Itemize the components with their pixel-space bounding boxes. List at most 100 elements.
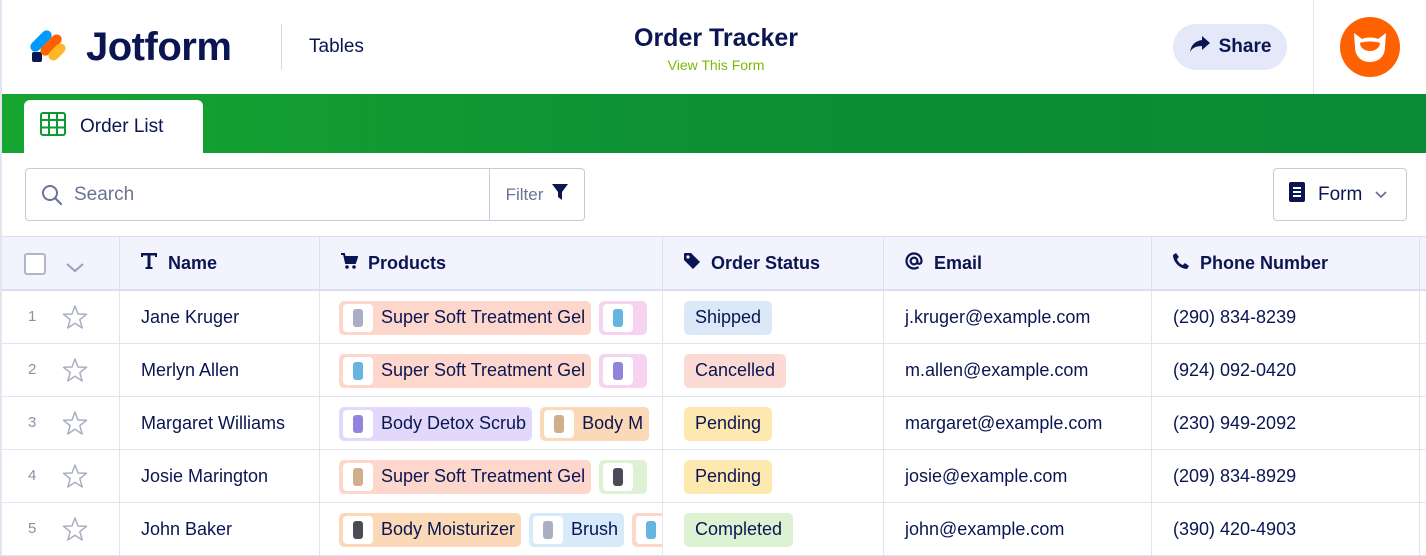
column-header-order-status[interactable]: Order Status bbox=[663, 237, 884, 290]
row-index-cell: 5 bbox=[2, 503, 120, 556]
table-row[interactable]: 2 Merlyn Allen Super Soft Treatment Gel Can… bbox=[2, 344, 1426, 397]
status-badge: Shipped bbox=[684, 300, 773, 335]
funnel-icon bbox=[551, 183, 569, 206]
row-number: 1 bbox=[28, 308, 37, 325]
product-chip[interactable] bbox=[599, 300, 648, 335]
order-status-cell[interactable]: Cancelled bbox=[663, 344, 884, 397]
chevron-down-icon[interactable] bbox=[65, 258, 85, 279]
row-index-cell: 4 bbox=[2, 450, 120, 503]
text-type-icon bbox=[140, 252, 158, 275]
page-title: Order Tracker bbox=[634, 24, 798, 52]
name-cell[interactable]: John Baker bbox=[120, 503, 320, 556]
row-number: 3 bbox=[28, 414, 37, 431]
form-view-button[interactable]: Form bbox=[1273, 168, 1407, 221]
row-number: 5 bbox=[28, 520, 37, 537]
search-input[interactable] bbox=[74, 177, 504, 213]
product-chip[interactable]: Super Soft Treatment Gel bbox=[339, 300, 592, 335]
product-thumbnail-icon bbox=[636, 515, 662, 544]
email-cell[interactable]: j.kruger@example.com bbox=[884, 291, 1152, 344]
star-icon[interactable] bbox=[62, 357, 88, 388]
table-row[interactable]: 1 Jane Kruger Super Soft Treatment Gel Ship… bbox=[2, 291, 1426, 344]
column-header-email[interactable]: Email bbox=[884, 237, 1152, 290]
logo-wordmark: Jotform bbox=[86, 24, 232, 69]
product-thumbnail-icon bbox=[603, 303, 634, 332]
name-cell[interactable]: Margaret Williams bbox=[120, 397, 320, 450]
star-icon[interactable] bbox=[62, 304, 88, 335]
product-chip[interactable] bbox=[599, 459, 648, 494]
product-thumbnail-icon bbox=[343, 356, 373, 385]
product-chip[interactable]: Super Soft Treatment Gel bbox=[339, 353, 592, 388]
column-header-products[interactable]: Products bbox=[320, 237, 663, 290]
column-header-phone[interactable]: Phone Number bbox=[1152, 237, 1420, 290]
phone-cell[interactable]: (390) 420-4903 bbox=[1152, 503, 1420, 556]
table-row[interactable]: 5 John Baker Body Moisturizer Brush Complete… bbox=[2, 503, 1426, 556]
product-thumbnail-icon bbox=[343, 409, 373, 438]
products-cell[interactable]: Super Soft Treatment Gel bbox=[320, 450, 663, 503]
products-cell[interactable]: Body Detox Scrub Body M bbox=[320, 397, 663, 450]
column-label: Phone Number bbox=[1200, 253, 1329, 273]
phone-cell[interactable]: (209) 834-8929 bbox=[1152, 450, 1420, 503]
products-cell[interactable]: Super Soft Treatment Gel bbox=[320, 344, 663, 397]
name-cell[interactable]: Jane Kruger bbox=[120, 291, 320, 344]
name-cell[interactable]: Josie Marington bbox=[120, 450, 320, 503]
status-badge: Pending bbox=[684, 459, 773, 494]
phone-icon bbox=[1172, 252, 1190, 275]
row-index-cell: 2 bbox=[2, 344, 120, 397]
user-avatar[interactable] bbox=[1340, 17, 1400, 77]
table-row[interactable]: 3 Margaret Williams Body Detox Scrub Body M… bbox=[2, 397, 1426, 450]
product-chip[interactable] bbox=[632, 512, 662, 547]
chevron-down-icon bbox=[1374, 184, 1388, 206]
product-chip[interactable]: Body M bbox=[540, 406, 650, 441]
product-label: Super Soft Treatment Gel bbox=[381, 466, 586, 486]
tab-order-list[interactable]: Order List bbox=[24, 100, 203, 153]
order-status-cell[interactable]: Shipped bbox=[663, 291, 884, 344]
filter-button[interactable]: Filter bbox=[489, 169, 585, 220]
section-label: Tables bbox=[309, 36, 364, 57]
star-icon[interactable] bbox=[62, 410, 88, 441]
product-chip[interactable]: Brush bbox=[529, 512, 625, 547]
email-cell[interactable]: m.allen@example.com bbox=[884, 344, 1152, 397]
email-cell[interactable]: josie@example.com bbox=[884, 450, 1152, 503]
product-chip[interactable] bbox=[599, 353, 648, 388]
product-chip[interactable]: Body Moisturizer bbox=[339, 512, 522, 547]
phone-cell[interactable]: (230) 949-2092 bbox=[1152, 397, 1420, 450]
product-label: Super Soft Treatment Gel bbox=[381, 307, 586, 327]
column-label: Products bbox=[368, 253, 447, 273]
share-button[interactable]: Share bbox=[1173, 24, 1287, 70]
search-icon bbox=[41, 184, 63, 211]
cart-icon bbox=[340, 252, 359, 275]
phone-cell[interactable]: (924) 092-0420 bbox=[1152, 344, 1420, 397]
view-form-link[interactable]: View This Form bbox=[562, 57, 870, 73]
star-icon[interactable] bbox=[62, 516, 88, 547]
row-number: 2 bbox=[28, 361, 37, 378]
column-label: Name bbox=[168, 253, 218, 273]
order-status-cell[interactable]: Completed bbox=[663, 503, 884, 556]
jotform-logo[interactable]: Jotform bbox=[30, 24, 232, 69]
select-all-checkbox[interactable] bbox=[24, 253, 46, 275]
product-thumbnail-icon bbox=[343, 462, 373, 491]
star-icon[interactable] bbox=[62, 463, 88, 494]
filter-label: Filter bbox=[505, 184, 544, 204]
product-thumbnail-icon bbox=[544, 409, 575, 438]
tab-bar: Order List bbox=[2, 94, 1426, 153]
product-chip[interactable]: Body Detox Scrub bbox=[339, 406, 533, 441]
tag-icon bbox=[683, 252, 701, 275]
email-cell[interactable]: john@example.com bbox=[884, 503, 1152, 556]
order-status-cell[interactable]: Pending bbox=[663, 450, 884, 503]
product-label: Body M bbox=[582, 413, 644, 433]
status-badge: Completed bbox=[684, 512, 794, 547]
order-status-cell[interactable]: Pending bbox=[663, 397, 884, 450]
table-row[interactable]: 4 Josie Marington Super Soft Treatment Gel… bbox=[2, 450, 1426, 503]
phone-cell[interactable]: (290) 834-8239 bbox=[1152, 291, 1420, 344]
status-badge: Cancelled bbox=[684, 353, 787, 388]
products-cell[interactable]: Body Moisturizer Brush bbox=[320, 503, 663, 556]
row-number: 4 bbox=[28, 467, 37, 484]
row-index-cell: 1 bbox=[2, 291, 120, 344]
email-cell[interactable]: margaret@example.com bbox=[884, 397, 1152, 450]
product-chip[interactable]: Super Soft Treatment Gel bbox=[339, 459, 592, 494]
name-cell[interactable]: Merlyn Allen bbox=[120, 344, 320, 397]
product-thumbnail-icon bbox=[533, 515, 564, 544]
products-cell[interactable]: Super Soft Treatment Gel bbox=[320, 291, 663, 344]
column-header-name[interactable]: Name bbox=[120, 237, 320, 290]
product-thumbnail-icon bbox=[603, 356, 634, 385]
